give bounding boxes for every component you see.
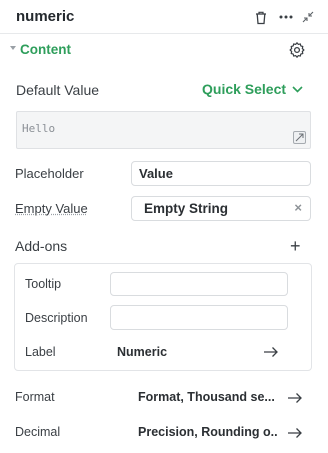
label-row-label: Label: [25, 345, 56, 359]
arrow-right-icon[interactable]: [263, 346, 279, 358]
addons-box: Tooltip Description Label Numeric: [14, 263, 312, 371]
placeholder-label: Placeholder: [15, 166, 84, 181]
quick-select-dropdown[interactable]: Quick Select: [202, 81, 303, 97]
format-label: Format: [15, 390, 55, 404]
panel-title: numeric: [16, 8, 75, 25]
decimal-label: Decimal: [15, 425, 61, 439]
default-value-text[interactable]: Hello: [22, 122, 55, 135]
format-value[interactable]: Format, Thousand se...: [138, 390, 274, 404]
trash-icon[interactable]: [252, 8, 270, 26]
empty-value-label: Empty Value: [15, 201, 88, 216]
description-label: Description: [25, 311, 88, 325]
panel-header: numeric: [0, 0, 328, 34]
arrow-right-icon[interactable]: [287, 427, 303, 439]
gear-icon[interactable]: [288, 41, 308, 61]
chevron-down-icon: [292, 85, 303, 93]
clear-icon[interactable]: ×: [294, 201, 302, 215]
arrow-right-icon[interactable]: [287, 392, 303, 404]
expand-editor-icon[interactable]: [293, 131, 306, 144]
empty-value-select[interactable]: Empty String ×: [131, 196, 311, 221]
label-row-value[interactable]: Numeric: [117, 345, 167, 359]
quick-select-label: Quick Select: [202, 81, 287, 97]
content-section-header[interactable]: Content: [8, 40, 320, 62]
minimize-icon[interactable]: [299, 8, 317, 26]
decimal-value[interactable]: Precision, Rounding o...: [138, 425, 277, 439]
add-icon[interactable]: +: [290, 237, 301, 255]
default-value-editor[interactable]: Hello: [16, 111, 311, 149]
tooltip-label: Tooltip: [25, 277, 62, 291]
empty-value-text: Empty String: [144, 201, 229, 216]
description-input[interactable]: [110, 305, 288, 330]
more-horizontal-icon[interactable]: [277, 8, 295, 26]
default-value-label: Default Value: [16, 82, 100, 98]
tooltip-input[interactable]: [110, 272, 288, 296]
caret-down-icon[interactable]: [10, 46, 16, 50]
section-title: Content: [20, 42, 71, 57]
addons-label: Add-ons: [15, 238, 68, 254]
placeholder-input[interactable]: Value: [131, 161, 311, 186]
